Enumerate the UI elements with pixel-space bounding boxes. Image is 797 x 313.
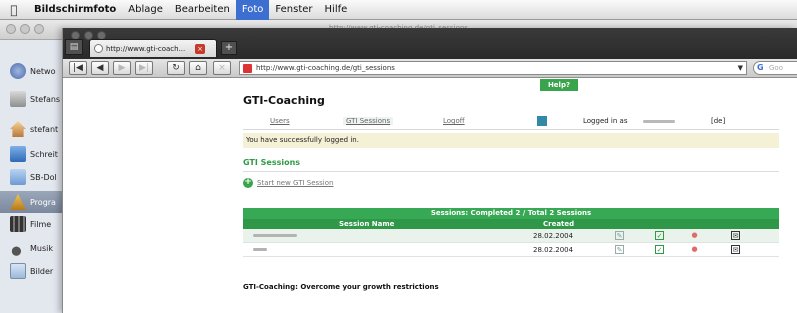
pictures-icon — [10, 263, 26, 279]
add-icon: + — [243, 177, 253, 188]
table-header: Session Name Created — [243, 219, 779, 229]
film-icon — [10, 216, 26, 232]
sidebar-item-movies[interactable]: Filme — [0, 213, 64, 235]
footer-tagline: GTI-Coaching: Overcome your growth restr… — [243, 283, 439, 291]
browser-window: ▤ http://www.gti-coach... × + |◀ ◀ ▶ ▶| … — [62, 28, 797, 313]
google-icon: G — [757, 63, 764, 72]
delete-icon[interactable]: ● — [690, 231, 699, 240]
finder-sidebar: Netwo Stefans stefant Schreit SB-Dol Pro… — [0, 40, 64, 313]
column-created: Created — [543, 220, 575, 228]
search-field[interactable]: G Goo — [753, 61, 797, 75]
sidebar-item-label: Stefans — [30, 94, 61, 104]
sidebar-item-label: Filme — [30, 219, 52, 229]
table-row: 28.02.2004 ✎ ✓ ● ✉ — [243, 229, 779, 243]
redacted-session-name — [253, 248, 267, 251]
last-page-button[interactable]: ▶| — [135, 61, 153, 75]
sidebar-item-label: SB-Dol — [30, 172, 57, 182]
redacted-session-name — [253, 234, 297, 237]
address-bar[interactable]: http://www.gti-coaching.de/gti_sessions … — [239, 61, 747, 75]
desktop-icon — [10, 146, 26, 162]
sidebar-item-label: Progra — [30, 197, 56, 207]
browser-tab[interactable]: http://www.gti-coach... × — [89, 39, 217, 57]
tab-bar: ▤ http://www.gti-coach... × + — [63, 28, 797, 59]
sidebar-item-desktop[interactable]: Schreit — [0, 143, 64, 165]
forward-button[interactable]: ▶ — [113, 61, 131, 75]
sidebar-item-applications[interactable]: Progra — [0, 191, 64, 213]
reload-icon[interactable]: ↻ — [167, 61, 185, 75]
navigation-toolbar: |◀ ◀ ▶ ▶| ↻ ⌂ × http://www.gti-coaching.… — [63, 59, 797, 78]
menu-app-name[interactable]: Bildschirmfoto — [28, 0, 122, 20]
music-icon — [10, 240, 26, 256]
sidebar-item-home[interactable]: stefant — [0, 118, 64, 140]
table-row: 28.02.2004 ✎ ✓ ● ✉ — [243, 243, 779, 257]
applications-icon — [10, 194, 26, 210]
start-new-session-link[interactable]: Start new GTI Session — [257, 179, 333, 187]
menu-ablage[interactable]: Ablage — [122, 0, 169, 20]
sidebar-toggle-button[interactable]: ▤ — [65, 39, 83, 55]
status-square-icon — [537, 116, 547, 126]
sidebar-item-label: Netwo — [30, 66, 56, 76]
sidebar-item-network[interactable]: Netwo — [0, 60, 64, 82]
nav-users-link[interactable]: Users — [270, 117, 290, 125]
start-new-session[interactable]: + Start new GTI Session — [243, 178, 333, 188]
hard-disk-icon — [10, 91, 26, 107]
help-button[interactable]: Help? — [540, 79, 578, 91]
menu-fenster[interactable]: Fenster — [269, 0, 318, 20]
loading-icon — [94, 44, 103, 53]
language-switch-link[interactable]: [de] — [711, 117, 725, 125]
sidebar-item-label: stefant — [30, 124, 59, 134]
web-page: Help? GTI-Coaching Users GTI Sessions Lo… — [63, 78, 797, 313]
mail-icon[interactable]: ✉ — [731, 245, 740, 254]
menu-bar:  Bildschirmfoto Ablage Bearbeiten Foto … — [0, 0, 797, 20]
network-icon — [10, 63, 26, 79]
success-message: You have successfully logged in. — [243, 133, 779, 148]
edit-icon[interactable]: ✎ — [615, 231, 624, 240]
sidebar-item-label: Schreit — [30, 149, 58, 159]
table-caption: Sessions: Completed 2 / Total 2 Sessions — [243, 208, 779, 219]
redacted-username — [643, 120, 675, 123]
home-icon — [10, 121, 26, 137]
tab-close-icon[interactable]: × — [195, 43, 205, 54]
url-text: http://www.gti-coaching.de/gti_sessions — [256, 64, 395, 72]
sidebar-item-label: Musik — [30, 243, 53, 253]
check-icon[interactable]: ✓ — [655, 245, 664, 254]
section-title: GTI Sessions — [243, 154, 779, 172]
tab-title: http://www.gti-coach... — [106, 44, 186, 53]
nav-gti-sessions-link[interactable]: GTI Sessions — [343, 117, 394, 125]
nav-logoff-link[interactable]: Logoff — [443, 117, 465, 125]
sidebar-item-music[interactable]: Musik — [0, 237, 64, 259]
home-button[interactable]: ⌂ — [189, 61, 207, 75]
column-session-name: Session Name — [339, 220, 395, 228]
documents-icon — [10, 169, 26, 185]
edit-icon[interactable]: ✎ — [615, 245, 624, 254]
created-date: 28.02.2004 — [533, 232, 574, 240]
back-button[interactable]: ◀ — [91, 61, 109, 75]
check-icon[interactable]: ✓ — [655, 231, 664, 240]
page-title: GTI-Coaching — [243, 94, 325, 107]
menu-hilfe[interactable]: Hilfe — [319, 0, 354, 20]
stop-button[interactable]: × — [213, 61, 231, 75]
sidebar-item-disk[interactable]: Stefans — [0, 88, 64, 110]
sidebar-item-documents[interactable]: SB-Dol — [0, 166, 64, 188]
created-date: 28.02.2004 — [533, 246, 574, 254]
search-placeholder: Goo — [769, 64, 783, 72]
first-page-button[interactable]: |◀ — [69, 61, 87, 75]
sidebar-item-label: Bilder — [30, 266, 54, 276]
site-favicon-icon — [243, 63, 252, 73]
menu-foto[interactable]: Foto — [235, 0, 270, 20]
new-tab-button[interactable]: + — [221, 41, 237, 55]
delete-icon[interactable]: ● — [690, 245, 699, 254]
site-navigation: Users GTI Sessions Logoff Logged in as [… — [243, 114, 779, 130]
apple-menu-icon[interactable]:  — [0, 3, 28, 17]
logged-in-label: Logged in as — [583, 117, 628, 125]
mail-icon[interactable]: ✉ — [731, 231, 740, 240]
sessions-table: Sessions: Completed 2 / Total 2 Sessions… — [243, 208, 779, 257]
sidebar-item-pictures[interactable]: Bilder — [0, 260, 64, 282]
history-dropdown-icon[interactable]: ▼ — [738, 62, 743, 75]
menu-bearbeiten[interactable]: Bearbeiten — [169, 0, 236, 20]
